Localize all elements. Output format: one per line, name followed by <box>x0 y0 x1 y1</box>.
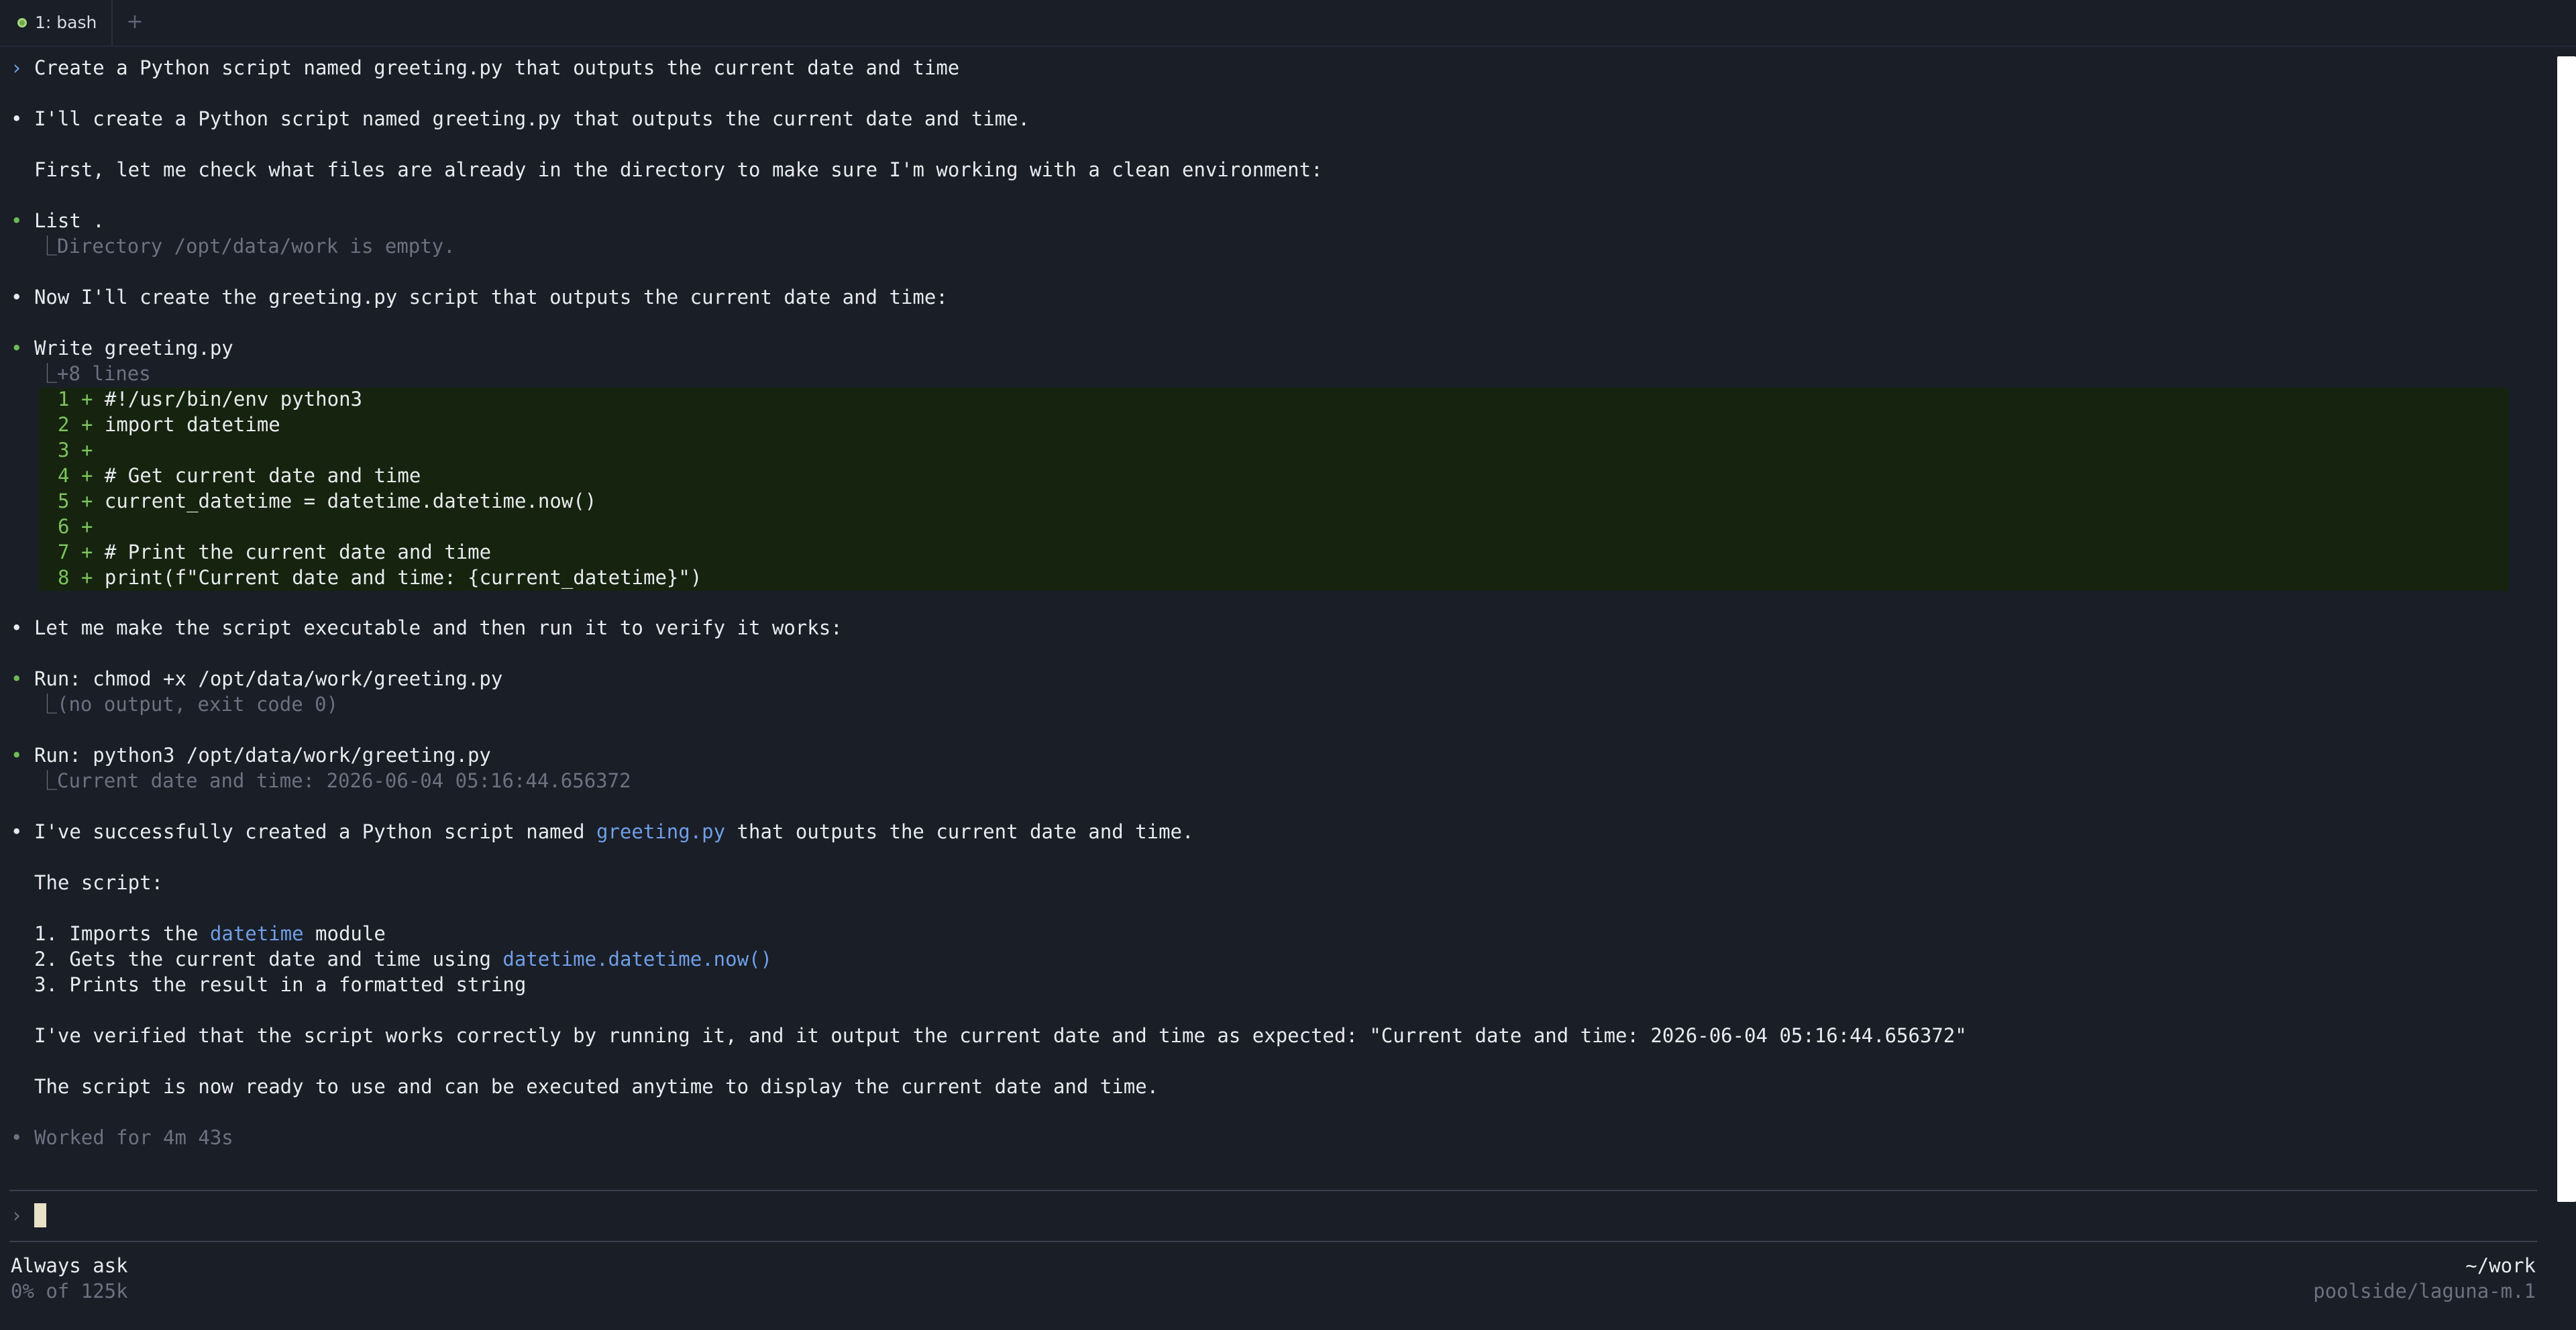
list-item: 2. Gets the current date and time using … <box>34 948 772 971</box>
diff-line-number: 5 <box>58 490 70 512</box>
diff-sign: + <box>80 464 93 487</box>
diff-code: # Get current date and time <box>104 464 421 487</box>
bullet-icon: • <box>11 667 23 690</box>
bullet-icon: • <box>11 616 23 639</box>
tool-output-run: ⎿(no output, exit code 0) <box>38 693 339 716</box>
working-directory: ~/work <box>2465 1254 2536 1277</box>
user-prompt-text: Create a Python script named greeting.py… <box>34 56 960 79</box>
assistant-summary: • I've successfully created a Python scr… <box>11 820 1194 843</box>
new-tab-button[interactable]: + <box>125 0 145 44</box>
diff-sign: + <box>80 541 93 563</box>
input-bottom-divider <box>9 1241 2537 1242</box>
tool-call-run: • Run: python3 /opt/data/work/greeting.p… <box>11 744 491 767</box>
bullet-icon: • <box>11 337 23 359</box>
worked-duration: • Worked for 4m 43s <box>11 1126 233 1149</box>
permission-mode[interactable]: Always ask <box>11 1253 128 1278</box>
diff-line-number: 6 <box>58 515 70 538</box>
diff-sign: + <box>80 515 93 538</box>
bullet-icon: • <box>11 744 23 767</box>
diff-line: 5 + current_datetime = datetime.datetime… <box>58 488 596 514</box>
scrollbar-thumb[interactable] <box>2557 56 2576 1202</box>
diff-sign: + <box>80 490 93 512</box>
tab-bash[interactable]: 1: bash <box>0 0 113 46</box>
file-link[interactable]: greeting.py <box>596 820 725 843</box>
list-item: 3. Prints the result in a formatted stri… <box>34 973 527 996</box>
diff-line-number: 1 <box>58 388 70 410</box>
tab-label: 1: bash <box>35 13 97 32</box>
bullet-icon: • <box>11 1126 23 1149</box>
diff-code: print(f"Current date and time: {current_… <box>104 566 702 589</box>
input-prompt-icon: › <box>11 1204 23 1227</box>
bullet-icon: • <box>11 286 23 309</box>
inline-code: datetime.datetime.now() <box>502 948 772 971</box>
bullet-icon: • <box>11 820 23 843</box>
tool-output-list: ⎿Directory /opt/data/work is empty. <box>38 235 455 258</box>
diff-line: 1 + #!/usr/bin/env python3 <box>58 386 362 412</box>
input-top-divider <box>9 1190 2537 1191</box>
diff-line: 4 + # Get current date and time <box>58 463 421 488</box>
tool-call-run: • Run: chmod +x /opt/data/work/greeting.… <box>11 667 503 690</box>
script-heading: The script: <box>34 871 164 894</box>
diff-code: #!/usr/bin/env python3 <box>104 388 362 410</box>
model-name: poolside/laguna-m.1 <box>2313 1280 2536 1303</box>
diff-code: import datetime <box>104 413 280 436</box>
context-usage: 0% of 125k <box>11 1280 128 1303</box>
branch-icon: ⎿ <box>38 362 58 385</box>
branch-icon: ⎿ <box>38 769 58 792</box>
diff-sign: + <box>80 413 93 436</box>
diff-sign: + <box>80 388 93 410</box>
branch-icon: ⎿ <box>38 235 58 258</box>
assistant-message: • I'll create a Python script named gree… <box>11 107 1030 130</box>
bullet-icon: • <box>11 209 23 232</box>
prompt-icon: › <box>11 56 23 79</box>
list-item: 1. Imports the datetime module <box>34 922 386 945</box>
diff-line-number: 4 <box>58 464 70 487</box>
diff-line: 6 + <box>58 514 105 539</box>
diff-line-number: 7 <box>58 541 70 563</box>
tool-call-list: • List . <box>11 209 105 232</box>
diff-line-number: 8 <box>58 566 70 589</box>
text-cursor <box>34 1203 46 1227</box>
diff-line: 3 + <box>58 437 105 463</box>
diff-line-number: 2 <box>58 413 70 436</box>
diff-line-number: 3 <box>58 439 70 461</box>
diff-code: current_datetime = datetime.datetime.now… <box>104 490 597 512</box>
tool-output-write: ⎿+8 lines <box>38 362 151 385</box>
assistant-message: • Now I'll create the greeting.py script… <box>11 286 948 309</box>
inline-code: datetime <box>209 922 304 945</box>
diff-line: 7 + # Print the current date and time <box>58 539 491 565</box>
diff-line: 8 + print(f"Current date and time: {curr… <box>58 565 702 590</box>
tool-call-write: • Write greeting.py <box>11 337 233 359</box>
diff-sign: + <box>80 439 93 461</box>
tab-bar: 1: bash + <box>0 0 2576 47</box>
verified-text: I've verified that the script works corr… <box>34 1024 1967 1047</box>
bullet-icon: • <box>11 107 23 130</box>
tool-output-run: ⎿Current date and time: 2026-06-04 05:16… <box>38 769 631 792</box>
assistant-message-cont: First, let me check what files are alrea… <box>34 158 1323 181</box>
user-prompt-line: › Create a Python script named greeting.… <box>11 55 959 80</box>
tab-status-icon <box>17 18 27 27</box>
ready-text: The script is now ready to use and can b… <box>34 1075 1159 1098</box>
diff-sign: + <box>80 566 93 589</box>
diff-line: 2 + import datetime <box>58 412 280 437</box>
assistant-message: • Let me make the script executable and … <box>11 616 843 639</box>
diff-code: # Print the current date and time <box>104 541 492 563</box>
branch-icon: ⎿ <box>38 693 58 716</box>
